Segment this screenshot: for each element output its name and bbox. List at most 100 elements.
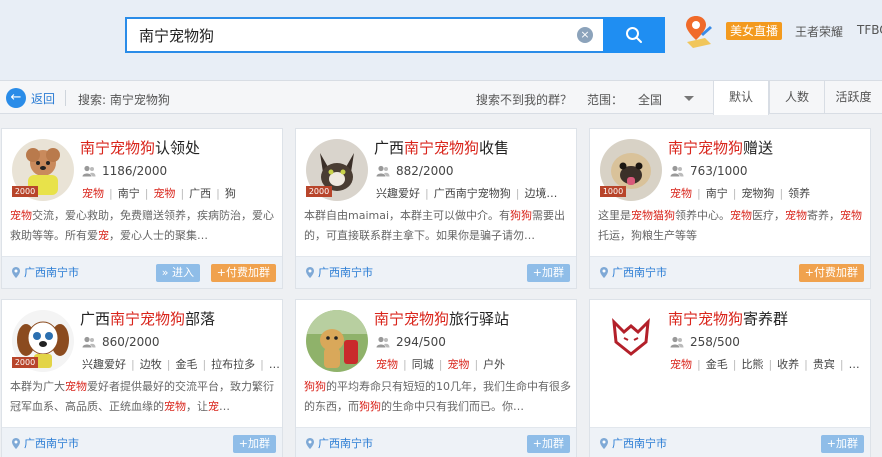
member-count-value: 860/2000 [102,335,160,349]
tag[interactable]: 宠物 [670,187,692,200]
card-footer: 广西南宁市 » 进入 +付费加群 [2,256,282,288]
member-count: 1186/2000 [82,164,167,178]
tag[interactable]: 比熊 [741,358,763,371]
tag[interactable]: 收养 [777,358,799,371]
group-card[interactable]: 2000 南宁宠物狗认领处 1186/2000 宠物 | 南宁 | 宠物 | 广西 | 狗宠物交流，爱… [1,128,283,289]
clear-search-icon[interactable]: × [577,27,593,43]
back-button[interactable]: ← 返回 [6,87,55,109]
join-group-button[interactable]: +加群 [526,264,570,282]
tag[interactable]: 宠物 [670,358,692,371]
tag[interactable]: 领养 [788,187,810,200]
group-location: 广西南宁市 [600,264,667,280]
tag[interactable]: 兴趣爱好 [376,187,420,200]
tag-separator: | [697,358,701,371]
tag[interactable]: … [849,358,860,371]
tag[interactable]: 宠物 [153,187,175,200]
member-count-value: 294/500 [396,335,446,349]
group-title[interactable]: 南宁宠物狗赠送 [668,137,773,158]
card-footer: 广西南宁市 +加群 [296,256,576,288]
tag[interactable]: 兴趣爱好 [82,358,126,371]
range-dropdown[interactable]: 全国 [630,87,702,109]
tag-list: 兴趣爱好 | 广西南宁宠物狗 | 边境… [376,185,574,201]
tag[interactable]: 金毛 [175,358,197,371]
tab-activity[interactable]: 活跃度 [824,81,882,114]
group-title[interactable]: 广西南宁宠物狗部落 [80,308,215,329]
title-keyword: 南宁宠物狗 [404,139,480,157]
group-location: 广西南宁市 [12,435,79,451]
tag[interactable]: 金毛 [706,358,728,371]
tag-separator: | [425,187,429,200]
search-input[interactable] [127,19,605,51]
enter-group-button[interactable]: » 进入 [155,264,200,282]
tag[interactable]: 贵宾 [813,358,835,371]
tag[interactable]: 宠物 [376,358,398,371]
tag[interactable]: 同城 [412,358,434,371]
live-badge[interactable]: 美女直播 [726,22,783,40]
member-count-value: 258/500 [690,335,740,349]
tag[interactable]: … [269,358,280,371]
group-description [598,377,866,417]
golden-dog-avatar[interactable] [306,310,368,372]
tag-separator: | [180,187,185,200]
divider [65,90,66,106]
tag-list: 宠物 | 南宁 | 宠物 | 广西 | 狗 [82,185,280,201]
member-count: 763/1000 [670,164,748,178]
location-pin-icon[interactable] [683,14,713,50]
tag[interactable]: 拉布拉多 [211,358,255,371]
group-card[interactable]: 2000 广西南宁宠物狗部落 860/2000 兴趣爱好 | 边牧 | 金毛 | 拉布拉多 | … 本群… [1,299,283,457]
tag-separator: | [260,358,264,371]
group-description: 这里是宠物猫狗领养中心。宠物医疗，宠物寄养，宠物托运，狗粮生产等等 [598,209,862,242]
tag[interactable]: 广西南宁宠物狗 [434,187,511,200]
location-icon [306,266,314,278]
tab-members[interactable]: 人数 [769,81,824,114]
location-label: 广西南宁市 [24,437,79,450]
group-title[interactable]: 南宁宠物狗认领处 [80,137,200,158]
tag[interactable]: 宠物 [447,358,469,371]
tag[interactable]: 南宁 [706,187,728,200]
group-location: 广西南宁市 [306,435,373,451]
tag-list: 兴趣爱好 | 边牧 | 金毛 | 拉布拉多 |… [82,356,280,372]
group-card[interactable]: 2000 广西南宁宠物狗收售 882/2000 兴趣爱好 | 广西南宁宠物狗 | 边境… 本群自… [295,128,577,289]
tag-separator: | [109,187,113,200]
join-group-button[interactable]: +加群 [820,435,864,453]
people-icon [82,336,96,348]
group-title[interactable]: 南宁宠物狗寄养群 [668,308,788,329]
tag-list: 宠物 | 同城 | 宠物 | 户外 [376,356,574,372]
tag[interactable]: 边牧 [140,358,162,371]
group-card[interactable]: 南宁宠物狗寄养群 258/500 宠物 | 金毛 | 比熊 | 收养 | 贵宾 |… 广西南宁市 +加群 [589,299,871,457]
join-group-button[interactable]: +加群 [526,435,570,453]
tag-separator: | [804,358,808,371]
tag[interactable]: 宠物狗 [741,187,774,200]
tag[interactable]: 边境… [524,187,557,200]
people-icon [670,165,684,177]
join-group-button[interactable]: +加群 [232,435,276,453]
people-icon [376,165,390,177]
tag-separator: | [697,187,701,200]
group-card[interactable]: 南宁宠物狗旅行驿站 294/500 宠物 | 同城 | 宠物 | 户外 狗狗的平均寿命只有短短的1… [295,299,577,457]
wolf-logo-avatar[interactable] [600,310,662,372]
top-link-honor-of-kings[interactable]: 王者荣耀 [795,23,843,40]
title-prefix: 广西 [374,139,405,157]
chevron-down-icon [684,96,694,101]
title-keyword: 南宁宠物狗 [110,310,186,328]
tag-list: 宠物 | 南宁 | 宠物狗 | 领养 [670,185,868,201]
tag[interactable]: 广西 [189,187,211,200]
card-footer: 广西南宁市 +加群 [2,427,282,457]
top-link-tfboys[interactable]: TFBO [857,23,882,37]
group-title[interactable]: 南宁宠物狗旅行驿站 [374,308,509,329]
member-count: 294/500 [376,335,446,349]
tag[interactable]: 南宁 [118,187,140,200]
people-icon [670,336,684,348]
tag[interactable]: 宠物 [82,187,104,200]
tag[interactable]: 狗 [225,187,236,200]
not-found-link[interactable]: 搜索不到我的群？ [476,91,572,108]
group-location: 广西南宁市 [12,264,79,280]
group-card[interactable]: 1000 南宁宠物狗赠送 763/1000 宠物 | 南宁 | 宠物狗 | 领养 这里是宠物猫狗领养… [589,128,871,289]
tab-default[interactable]: 默认 [713,81,769,115]
search-button[interactable] [603,17,665,53]
group-title[interactable]: 广西南宁宠物狗收售 [374,137,509,158]
member-count: 882/2000 [376,164,454,178]
paid-join-button[interactable]: +付费加群 [798,264,864,282]
paid-join-button[interactable]: +付费加群 [210,264,276,282]
tag[interactable]: 户外 [483,358,505,371]
